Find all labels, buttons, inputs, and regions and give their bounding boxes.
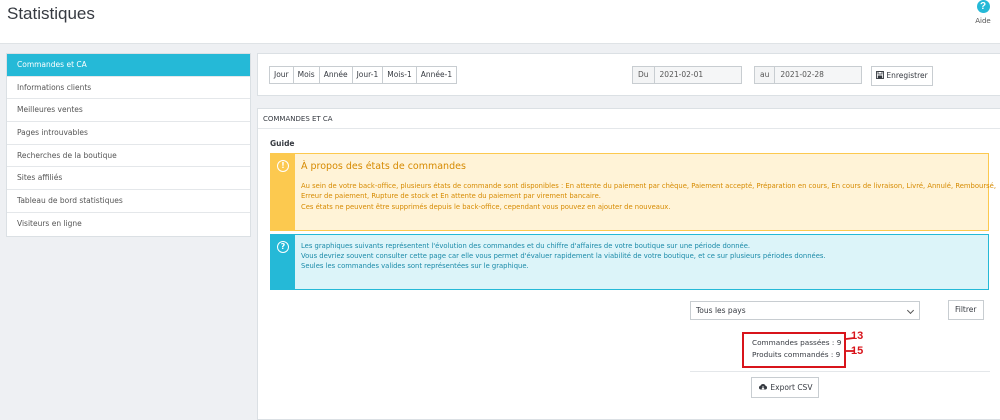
warning-title: À propos des états de commandes [301, 161, 466, 172]
info-line: Les graphiques suivants représentent l'é… [301, 242, 751, 250]
warning-line: Erreur de paiement, Rupture de stock et … [301, 192, 601, 201]
warning-line: Ces états ne peuvent être supprimés depu… [301, 202, 671, 211]
date-to-label: au [754, 66, 776, 84]
guide-label: Guide [270, 139, 295, 148]
date-from-input[interactable]: 2021-02-01 [654, 66, 742, 84]
page-title: Statistiques [7, 4, 95, 23]
sidebar-item-visiteurs-en-ligne[interactable]: Visiteurs en ligne [7, 213, 250, 236]
floppy-disk-icon [876, 71, 884, 79]
panel-heading: COMMANDES ET CA [258, 109, 1000, 129]
info-line: Seules les commandes valides sont représ… [301, 262, 529, 271]
sidebar-item-tableau-de-bord[interactable]: Tableau de bord statistiques [7, 190, 250, 213]
save-button[interactable]: Enregistrer [871, 66, 933, 86]
date-to-input[interactable]: 2021-02-28 [775, 66, 863, 84]
period-panel: Jour Mois Année Jour-1 Mois-1 Année-1 Du… [257, 53, 1000, 96]
period-day-button[interactable]: Jour [269, 66, 294, 84]
period-button-group: Jour Mois Année Jour-1 Mois-1 Année-1 [269, 66, 458, 84]
country-select[interactable]: Tous les pays [690, 301, 920, 320]
sidebar-item-meilleures-ventes[interactable]: Meilleures ventes [7, 99, 250, 123]
period-month-button[interactable]: Mois [292, 66, 320, 84]
save-button-label: Enregistrer [886, 71, 928, 80]
period-previous-month-button[interactable]: Mois-1 [382, 66, 417, 84]
chart-info-alert: ? Les graphiques suivants représentent l… [270, 234, 989, 290]
cloud-download-icon [758, 383, 768, 390]
orders-annotation: 13 [851, 330, 864, 342]
help-button[interactable]: ? Aide [970, 0, 996, 25]
date-to-group: au 2021-02-28 [754, 66, 863, 84]
info-body: Les graphiques suivants représentent l'é… [301, 241, 986, 272]
sidebar-item-sites-affilies[interactable]: Sites affiliés [7, 167, 250, 191]
export-csv-button[interactable]: Export CSV [751, 377, 820, 398]
info-line: Vous devriez souvent consulter cette pag… [301, 252, 826, 261]
country-select-value: Tous les pays [696, 306, 746, 315]
order-states-warning: ! À propos des états de commandes Au sei… [270, 153, 996, 231]
date-from-label: Du [632, 66, 655, 84]
orders-placed-stat: Commandes passées : 9 [752, 338, 842, 347]
products-ordered-stat: Produits commandés : 9 [752, 350, 841, 359]
sidebar-item-informations-clients[interactable]: Informations clients [7, 77, 250, 100]
period-previous-day-button[interactable]: Jour-1 [351, 66, 384, 84]
warning-line: Au sein de votre back-office, plusieurs … [301, 182, 996, 190]
sidebar-item-pages-introuvables[interactable]: Pages introuvables [7, 122, 250, 145]
products-annotation: 15 [851, 345, 864, 357]
divider [690, 371, 990, 372]
order-stats-box: Commandes passées : 9 Produits commandés… [742, 332, 846, 368]
date-from-group: Du 2021-02-01 [632, 66, 742, 84]
help-label: Aide [975, 17, 991, 25]
stats-module-list: Commandes et CA Informations clients Mei… [6, 53, 251, 237]
export-csv-label: Export CSV [770, 383, 813, 392]
warning-body: Au sein de votre back-office, plusieurs … [301, 181, 996, 212]
sidebar-item-commandes-ca[interactable]: Commandes et CA [7, 54, 250, 77]
exclamation-icon: ! [277, 160, 289, 172]
period-previous-year-button[interactable]: Année-1 [415, 66, 458, 84]
page-header: Statistiques ? Aide [0, 0, 1000, 44]
help-icon: ? [976, 0, 990, 13]
period-year-button[interactable]: Année [318, 66, 353, 84]
sidebar-item-recherches-boutique[interactable]: Recherches de la boutique [7, 145, 250, 168]
info-icon: ? [277, 241, 289, 253]
chevron-down-icon [906, 306, 915, 315]
filter-button[interactable]: Filtrer [948, 300, 984, 320]
orders-revenue-panel: COMMANDES ET CA Guide ! À propos des éta… [257, 108, 1000, 420]
